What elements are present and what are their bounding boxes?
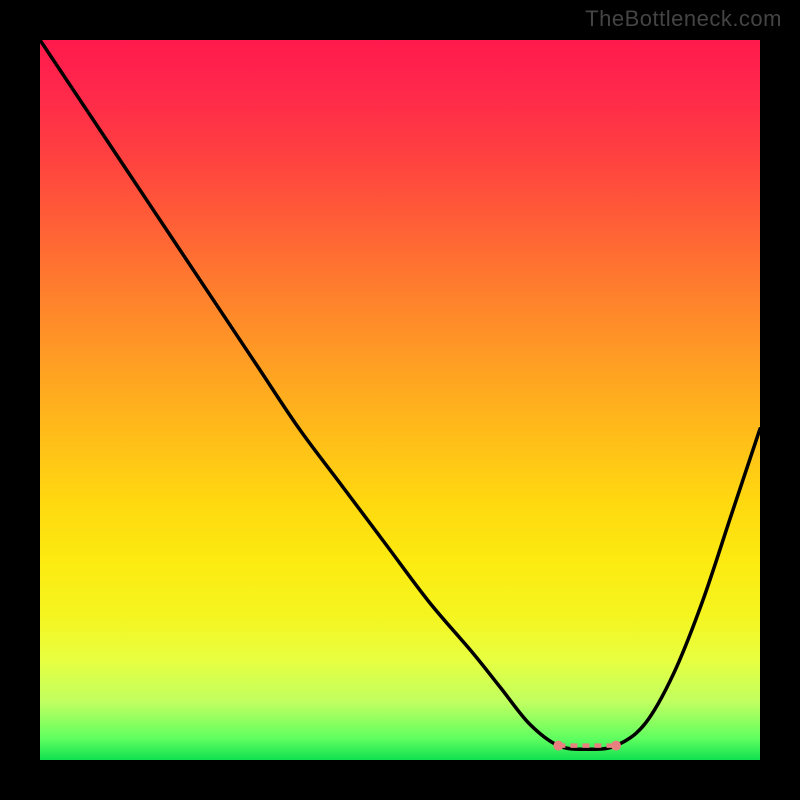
plot-area [40,40,760,760]
watermark-text: TheBottleneck.com [585,6,782,32]
curve-svg [40,40,760,760]
chart-container: TheBottleneck.com [0,0,800,800]
bottleneck-curve [40,40,760,749]
